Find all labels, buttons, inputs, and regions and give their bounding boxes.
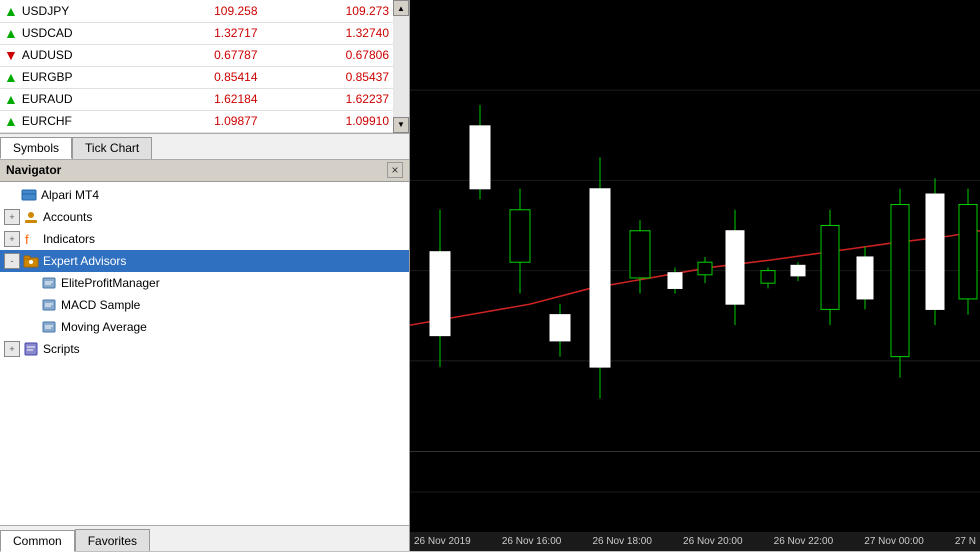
tree-label-alpari: Alpari MT4 <box>41 188 99 202</box>
arrow-icon: ▲ <box>4 69 18 85</box>
ea-folder-icon <box>22 252 40 270</box>
time-label: 26 Nov 20:00 <box>683 536 743 547</box>
market-watch-tabs: Symbols Tick Chart <box>0 134 409 160</box>
tree-item-elite[interactable]: EliteProfitManager <box>0 272 409 294</box>
time-label: 26 Nov 22:00 <box>774 536 834 547</box>
left-panel: ▲ USDJPY 109.258 109.273 ▲ USDCAD 1.3271… <box>0 0 410 551</box>
tree-item-accounts[interactable]: + Accounts <box>0 206 409 228</box>
navigator-close-btn[interactable]: × <box>387 162 403 178</box>
tree-label-accounts: Accounts <box>43 210 92 224</box>
tree-label-indicators: Indicators <box>43 232 95 246</box>
bottom-indicator <box>410 452 980 532</box>
bid-price: 0.67787 <box>130 44 262 66</box>
ask-price: 1.32740 <box>262 22 394 44</box>
ea-item-icon <box>40 274 58 292</box>
table-row[interactable]: ▲ EURGBP 0.85414 0.85437 <box>0 66 393 88</box>
tree-item-indicators[interactable]: + f Indicators <box>0 228 409 250</box>
expand-btn-scripts[interactable]: + <box>4 341 20 357</box>
arrow-icon: ▲ <box>4 25 18 41</box>
navigator-bottom-tabs: Common Favorites <box>0 525 409 551</box>
chart-main[interactable] <box>410 0 980 451</box>
chart-bottom-panel <box>410 451 980 531</box>
tree-item-moving-avg[interactable]: Moving Average <box>0 316 409 338</box>
navigator-header: Navigator × <box>0 160 409 182</box>
time-label: 26 Nov 2019 <box>414 536 471 547</box>
tree-label-expert-advisors: Expert Advisors <box>43 254 126 268</box>
arrow-icon: ▲ <box>4 113 18 129</box>
tree-label-moving-avg: Moving Average <box>61 320 147 334</box>
symbol-name: AUDUSD <box>22 48 73 62</box>
time-label: 26 Nov 16:00 <box>502 536 562 547</box>
scroll-down-btn[interactable]: ▼ <box>393 117 409 133</box>
arrow-icon: ▲ <box>4 91 18 107</box>
symbol-name: EURCHF <box>22 114 72 128</box>
ask-price: 109.273 <box>262 0 394 22</box>
svg-text:f: f <box>25 232 29 247</box>
candlestick-chart <box>410 0 980 451</box>
tree-item-expert-advisors[interactable]: - Expert Advisors <box>0 250 409 272</box>
tab-favorites[interactable]: Favorites <box>75 529 150 551</box>
navigator-title: Navigator <box>6 163 61 177</box>
tab-tick-chart[interactable]: Tick Chart <box>72 137 152 159</box>
ask-price: 1.09910 <box>262 110 394 132</box>
bid-price: 109.258 <box>130 0 262 22</box>
expand-btn-indicators[interactable]: + <box>4 231 20 247</box>
scroll-up-btn[interactable]: ▲ <box>393 0 409 16</box>
navigator-tree: Alpari MT4 + Accounts + f Indicators - Expert A… <box>0 182 409 526</box>
expand-btn-expert-advisors[interactable]: - <box>4 253 20 269</box>
time-label: 27 N <box>955 536 976 547</box>
indicators-icon: f <box>22 230 40 248</box>
ea-item-icon <box>40 318 58 336</box>
scroll-track <box>393 16 409 117</box>
symbol-name: EURGBP <box>22 70 73 84</box>
arrow-icon: ▲ <box>4 3 18 19</box>
broker-icon <box>20 186 38 204</box>
accounts-icon <box>22 208 40 226</box>
symbol-name: USDJPY <box>22 4 69 18</box>
tree-label-macd: MACD Sample <box>61 298 140 312</box>
symbols-table: ▲ USDJPY 109.258 109.273 ▲ USDCAD 1.3271… <box>0 0 409 134</box>
symbol-name: USDCAD <box>22 26 73 40</box>
bid-price: 1.09877 <box>130 110 262 132</box>
tab-symbols[interactable]: Symbols <box>0 137 72 159</box>
expand-btn-accounts[interactable]: + <box>4 209 20 225</box>
tree-item-alpari[interactable]: Alpari MT4 <box>0 184 409 206</box>
time-label: 26 Nov 18:00 <box>592 536 652 547</box>
tree-item-scripts[interactable]: + Scripts <box>0 338 409 360</box>
bid-price: 1.62184 <box>130 88 262 110</box>
table-row[interactable]: ▲ USDCAD 1.32717 1.32740 <box>0 22 393 44</box>
tree-item-macd[interactable]: MACD Sample <box>0 294 409 316</box>
time-label: 27 Nov 00:00 <box>864 536 924 547</box>
tree-label-scripts: Scripts <box>43 342 80 356</box>
ask-price: 1.62237 <box>262 88 394 110</box>
ask-price: 0.85437 <box>262 66 394 88</box>
tab-common[interactable]: Common <box>0 530 75 552</box>
ea-item-icon <box>40 296 58 314</box>
table-row[interactable]: ▲ USDJPY 109.258 109.273 <box>0 0 393 22</box>
time-axis: 26 Nov 2019 26 Nov 16:00 26 Nov 18:00 26 No… <box>410 531 980 551</box>
symbols-scrollbar[interactable]: ▲ ▼ <box>393 0 409 133</box>
arrow-icon: ▼ <box>4 47 18 63</box>
symbol-name: EURAUD <box>22 92 73 106</box>
tree-label-elite: EliteProfitManager <box>61 276 160 290</box>
table-row[interactable]: ▲ EURCHF 1.09877 1.09910 <box>0 110 393 132</box>
table-row[interactable]: ▼ AUDUSD 0.67787 0.67806 <box>0 44 393 66</box>
bid-price: 1.32717 <box>130 22 262 44</box>
scripts-icon <box>22 340 40 358</box>
bid-price: 0.85414 <box>130 66 262 88</box>
ask-price: 0.67806 <box>262 44 394 66</box>
table-row[interactable]: ▲ EURAUD 1.62184 1.62237 <box>0 88 393 110</box>
chart-area: 26 Nov 2019 26 Nov 16:00 26 Nov 18:00 26 No… <box>410 0 980 551</box>
